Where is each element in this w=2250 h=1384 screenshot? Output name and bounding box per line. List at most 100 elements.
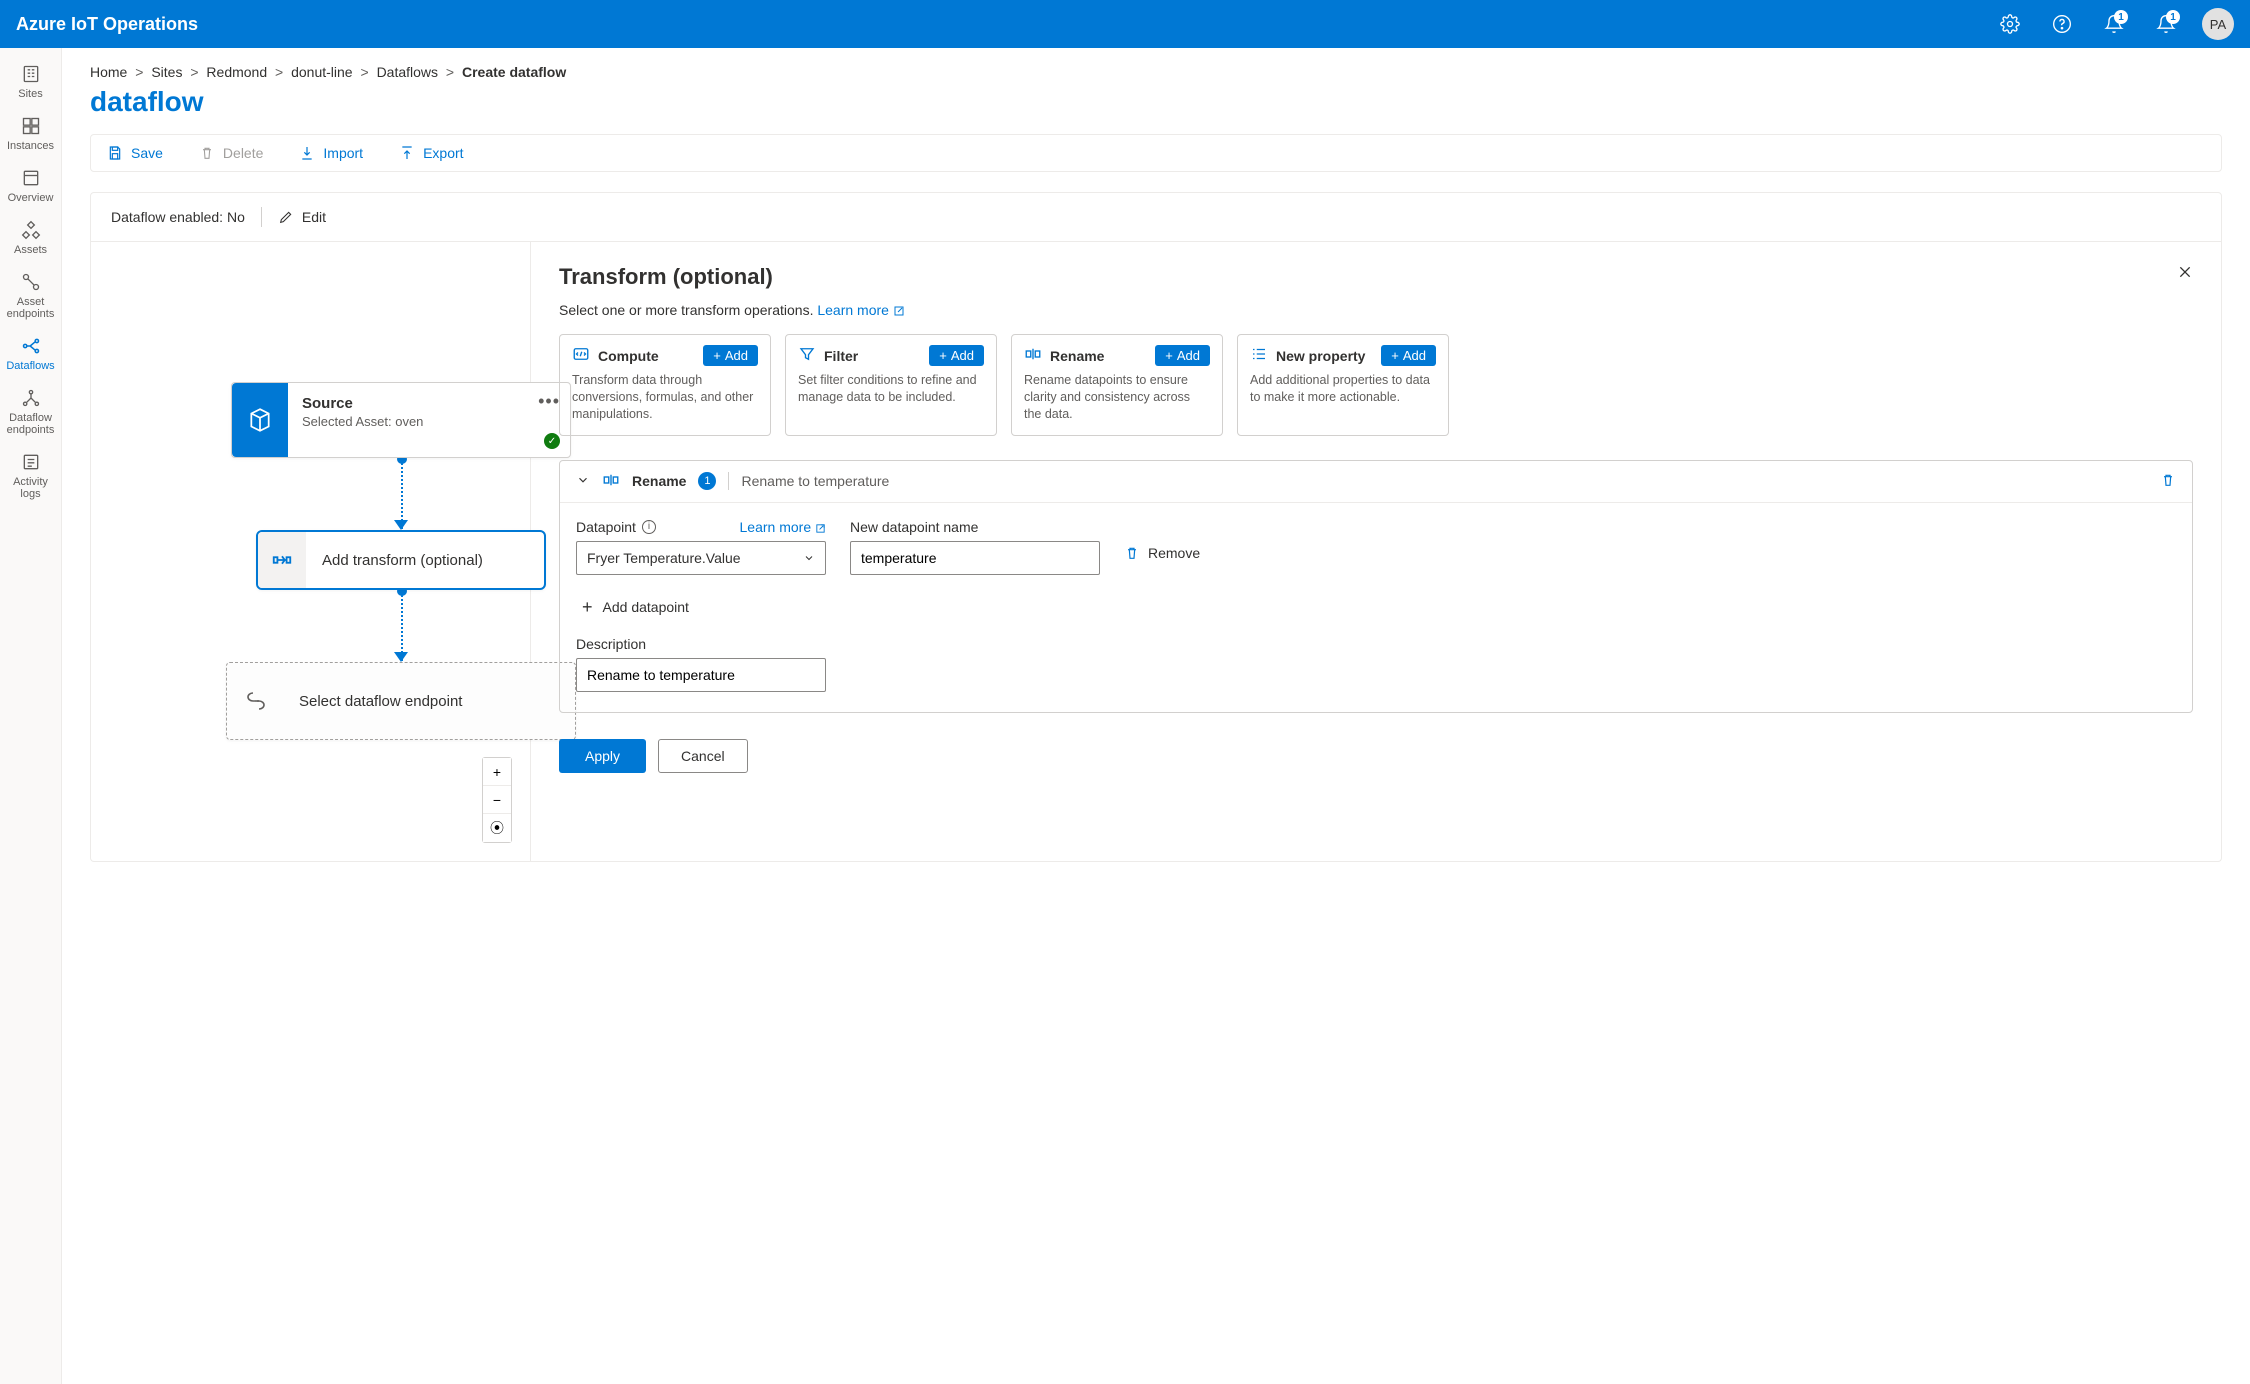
node-source-title: Source	[302, 395, 556, 412]
breadcrumb-item[interactable]: Sites	[151, 64, 182, 80]
node-transform[interactable]: Add transform (optional)	[256, 530, 546, 590]
rail-item-sites[interactable]: Sites	[0, 56, 62, 108]
panel-title: Transform (optional)	[559, 264, 2193, 290]
learn-more-datapoint-link[interactable]: Learn more	[740, 519, 826, 535]
card-newprop-desc: Add additional properties to data to mak…	[1250, 372, 1436, 406]
card-rename-title: Rename	[1050, 348, 1104, 364]
connector-line	[401, 459, 403, 529]
rail-item-activity-logs[interactable]: Activity logs	[0, 444, 62, 508]
notification-badge-2: 1	[2166, 10, 2180, 24]
endpoint-icon	[227, 663, 287, 739]
rail-label: Asset endpoints	[4, 296, 58, 320]
node-source[interactable]: Source Selected Asset: oven ••• ✓	[231, 382, 571, 458]
rail-label: Dataflows	[6, 360, 54, 372]
card-rename: Rename + Add Rename datapoints to ensure…	[1011, 334, 1223, 436]
zoom-fit-button[interactable]: ⦿	[483, 814, 511, 842]
add-datapoint-label: Add datapoint	[603, 599, 689, 615]
breadcrumb-item[interactable]: Home	[90, 64, 127, 80]
app-brand: Azure IoT Operations	[16, 14, 198, 35]
rail-label: Assets	[14, 244, 47, 256]
rail-item-overview[interactable]: Overview	[0, 160, 62, 212]
breadcrumb-current: Create dataflow	[462, 64, 566, 80]
settings-icon[interactable]	[1994, 8, 2026, 40]
rail-item-assets[interactable]: Assets	[0, 212, 62, 264]
section-title: Rename	[632, 473, 686, 489]
breadcrumb: Home > Sites > Redmond > donut-line > Da…	[90, 64, 2222, 80]
edit-button[interactable]: Edit	[278, 209, 326, 225]
rename-icon	[602, 471, 620, 492]
rail-item-dataflows[interactable]: Dataflows	[0, 328, 62, 380]
rail-label: Overview	[8, 192, 54, 204]
node-transform-title: Add transform (optional)	[306, 532, 544, 588]
rail-label: Instances	[7, 140, 54, 152]
datapoint-value: Fryer Temperature.Value	[587, 550, 741, 566]
toolbar: Save Delete Import Export	[90, 134, 2222, 172]
zoom-out-button[interactable]: −	[483, 786, 511, 814]
node-source-subtitle: Selected Asset: oven	[302, 414, 556, 429]
import-button[interactable]: Import	[299, 145, 363, 161]
transform-icon	[258, 532, 306, 588]
node-endpoint[interactable]: Select dataflow endpoint	[226, 662, 576, 740]
description-input[interactable]	[576, 658, 826, 692]
apply-button[interactable]: Apply	[559, 739, 646, 773]
remove-button[interactable]: Remove	[1124, 545, 1200, 561]
chevron-down-icon[interactable]	[576, 473, 590, 490]
datapoint-select[interactable]: Fryer Temperature.Value	[576, 541, 826, 575]
dataflow-canvas: Source Selected Asset: oven ••• ✓ Add tr…	[91, 242, 531, 861]
breadcrumb-item[interactable]: Redmond	[206, 64, 267, 80]
rail-label: Activity logs	[4, 476, 58, 500]
edit-label: Edit	[302, 209, 326, 225]
close-icon[interactable]	[2177, 264, 2193, 283]
zoom-controls: + − ⦿	[482, 757, 512, 843]
zoom-in-button[interactable]: +	[483, 758, 511, 786]
delete-label: Delete	[223, 145, 263, 161]
info-icon[interactable]: i	[642, 520, 656, 534]
rail-item-asset-endpoints[interactable]: Asset endpoints	[0, 264, 62, 328]
delete-section-icon[interactable]	[2160, 472, 2176, 491]
add-rename-button[interactable]: + Add	[1155, 345, 1210, 366]
notification-badge-1: 1	[2114, 10, 2128, 24]
save-button[interactable]: Save	[107, 145, 163, 161]
breadcrumb-item[interactable]: donut-line	[291, 64, 353, 80]
rail-label: Sites	[18, 88, 42, 100]
rail-item-dataflow-endpoints[interactable]: Dataflow endpoints	[0, 380, 62, 444]
export-label: Export	[423, 145, 463, 161]
card-compute-title: Compute	[598, 348, 659, 364]
newname-input[interactable]	[850, 541, 1100, 575]
card-filter: Filter + Add Set filter conditions to re…	[785, 334, 997, 436]
rail-label: Dataflow endpoints	[4, 412, 58, 436]
breadcrumb-item[interactable]: Dataflows	[377, 64, 438, 80]
avatar[interactable]: PA	[2202, 8, 2234, 40]
rename-section: Rename 1 Rename to temperature	[559, 460, 2193, 713]
add-newprop-button[interactable]: + Add	[1381, 345, 1436, 366]
rename-icon	[1024, 345, 1042, 366]
arrow-down-icon	[394, 520, 408, 530]
add-compute-button[interactable]: + Add	[703, 345, 758, 366]
description-label: Description	[576, 636, 2176, 652]
card-rename-desc: Rename datapoints to ensure clarity and …	[1024, 372, 1210, 423]
delete-button: Delete	[199, 145, 263, 161]
card-new-property: New property + Add Add additional proper…	[1237, 334, 1449, 436]
newname-label: New datapoint name	[850, 519, 1100, 535]
import-label: Import	[323, 145, 363, 161]
help-icon[interactable]	[2046, 8, 2078, 40]
datapoint-label: Datapoint i	[576, 519, 656, 535]
card-newprop-title: New property	[1276, 348, 1365, 364]
learn-more-link[interactable]: Learn more	[817, 302, 904, 318]
section-subtitle: Rename to temperature	[741, 473, 889, 489]
cube-icon	[232, 383, 288, 457]
page-title: dataflow	[90, 86, 2222, 118]
card-compute: Compute + Add Transform data through con…	[559, 334, 771, 436]
notification-icon-2[interactable]: 1	[2150, 8, 2182, 40]
add-filter-button[interactable]: + Add	[929, 345, 984, 366]
notification-icon-1[interactable]: 1	[2098, 8, 2130, 40]
connector-line	[401, 591, 403, 661]
status-bar: Dataflow enabled: No Edit	[90, 192, 2222, 242]
filter-icon	[798, 345, 816, 366]
chevron-down-icon	[803, 552, 815, 564]
cancel-button[interactable]: Cancel	[658, 739, 748, 773]
export-button[interactable]: Export	[399, 145, 463, 161]
compute-icon	[572, 345, 590, 366]
rail-item-instances[interactable]: Instances	[0, 108, 62, 160]
add-datapoint-button[interactable]: + Add datapoint	[576, 589, 2176, 626]
